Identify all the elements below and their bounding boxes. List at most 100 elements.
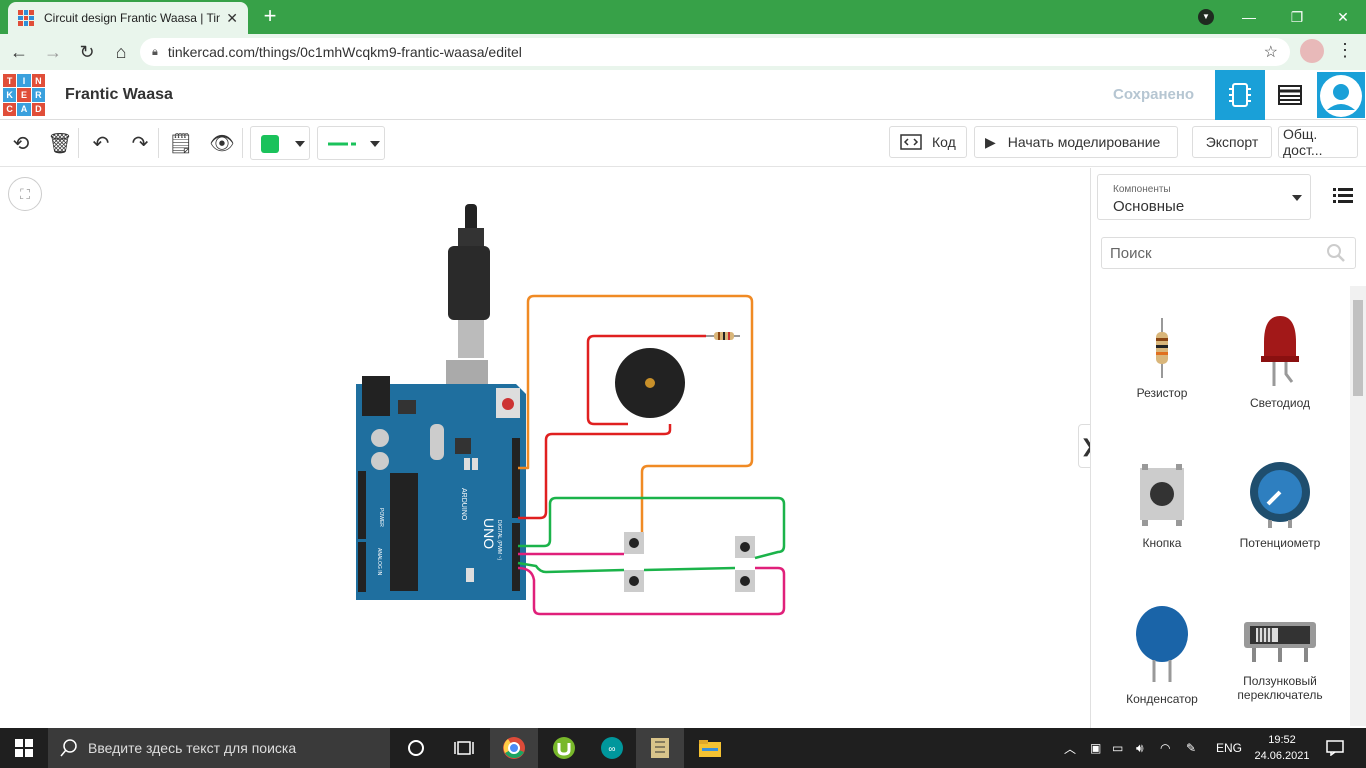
taskbar-search-input[interactable]: Введите здесь текст для поиска (48, 728, 390, 768)
export-button[interactable]: Экспорт (1192, 126, 1272, 158)
notes-icon[interactable]: 🗒︎ (168, 130, 194, 156)
tab-search-icon[interactable]: ▼ (1198, 9, 1214, 25)
component-pushbutton[interactable]: Кнопка (1103, 464, 1221, 550)
volume-icon[interactable]: 🔊︎ (1136, 728, 1144, 768)
minimize-icon[interactable]: — (1226, 0, 1272, 34)
divider (242, 128, 243, 158)
chevron-down-icon (370, 141, 380, 147)
fritzing-icon[interactable] (636, 728, 684, 768)
browser-tab[interactable]: Circuit design Frantic Waasa | Tin ✕ (8, 2, 248, 34)
component-slide-switch[interactable]: Ползунковый переключатель (1221, 620, 1339, 702)
network-icon[interactable]: ◠ (1160, 728, 1170, 768)
board-name: UNO (481, 518, 497, 549)
code-label: Код (932, 134, 956, 150)
address-bar[interactable]: 🔒︎ tinkercad.com/things/0c1mhWcqkm9-fran… (140, 38, 1290, 66)
usb-cable (446, 204, 490, 415)
component-resistor[interactable]: Резистор (1103, 318, 1221, 400)
browser-menu-icon[interactable]: ⋮ (1336, 40, 1354, 61)
resistor-icon (1156, 318, 1168, 378)
board-brand: ARDUINO (460, 488, 467, 521)
search-icon (1327, 244, 1345, 262)
system-clock[interactable]: 19:52 24.06.2021 (1254, 732, 1310, 764)
code-button[interactable]: Код (889, 126, 967, 158)
capacitor-icon (1136, 606, 1188, 682)
component-label: Резистор (1136, 386, 1188, 400)
reload-icon[interactable]: ↻ (72, 37, 102, 67)
bookmark-star-icon[interactable]: ☆ (1264, 42, 1278, 62)
back-arrow-icon[interactable]: ← (4, 37, 34, 67)
editor-toolbar: ⟲ 🗑︎ ↶ ↷ 🗒︎ 👁︎ Код ▶ Начать моделировани… (0, 120, 1366, 167)
browser-tabstrip: Circuit design Frantic Waasa | Tin ✕ + ▼… (0, 0, 1366, 34)
component-label: Потенциометр (1239, 536, 1321, 550)
component-label: Конденсатор (1126, 692, 1198, 706)
close-tab-icon[interactable]: ✕ (226, 10, 238, 27)
components-dropdown-value: Основные (1113, 198, 1185, 215)
pen-icon[interactable]: ✎ (1186, 728, 1196, 768)
start-simulation-button[interactable]: ▶ Начать моделирование (974, 126, 1178, 158)
pushbutton-icon (1140, 464, 1184, 526)
component-capacitor[interactable]: Конденсатор (1103, 604, 1221, 706)
components-panel: Компоненты Основные Поиск Резистор Свето… (1090, 168, 1366, 728)
chrome-icon[interactable] (490, 728, 538, 768)
file-explorer-icon[interactable] (686, 728, 734, 768)
notifications-icon[interactable] (1326, 728, 1344, 768)
show-hidden-icons[interactable]: ︿ (1064, 728, 1076, 768)
arduino-uno-board: UNO ARDUINO DIGITAL (PWM ~) ANALOG IN PO… (356, 376, 526, 600)
digital-label: DIGITAL (PWM ~) (496, 520, 502, 560)
new-tab-icon[interactable]: + (258, 5, 282, 29)
cortana-icon[interactable] (392, 728, 440, 768)
share-button[interactable]: Общ. дост... (1278, 126, 1358, 158)
project-title[interactable]: Frantic Waasa (65, 86, 173, 104)
divider (158, 128, 159, 158)
battery-icon[interactable]: ▭ (1112, 728, 1123, 768)
export-label: Экспорт (1205, 134, 1259, 150)
extension-icon[interactable] (1300, 39, 1324, 63)
color-swatch (261, 135, 279, 153)
rotate-icon[interactable]: ⟲ (8, 130, 34, 156)
component-label: Светодиод (1249, 396, 1311, 410)
redo-icon[interactable]: ↷ (127, 130, 153, 156)
delete-icon[interactable]: 🗑︎ (47, 130, 73, 156)
wire-style-icon (328, 142, 356, 146)
component-label: Кнопка (1142, 536, 1182, 550)
component-search-input[interactable]: Поиск (1101, 237, 1356, 269)
arduino-ide-icon[interactable]: ∞ (588, 728, 636, 768)
pushbuttons (624, 532, 755, 592)
circuit-canvas[interactable]: ⛶ UNO ARDUINO DIGITAL (PWM ~) ANALOG IN … (0, 168, 1090, 728)
circuit-view-button[interactable] (1215, 70, 1265, 120)
list-view-icon[interactable] (1331, 184, 1355, 208)
circuit-drawing[interactable]: UNO ARDUINO DIGITAL (PWM ~) ANALOG IN PO… (0, 168, 1090, 728)
scrollbar-thumb[interactable] (1353, 300, 1363, 396)
user-avatar[interactable] (1317, 72, 1365, 118)
language-indicator[interactable]: ENG (1216, 728, 1242, 768)
led-icon (1261, 316, 1299, 386)
slide-switch-icon (1244, 622, 1316, 662)
tray-meet-icon[interactable]: ▣ (1090, 728, 1101, 768)
svg-text:∞: ∞ (608, 744, 615, 755)
potentiometer-icon (1250, 462, 1310, 528)
close-window-icon[interactable]: ✕ (1320, 0, 1366, 34)
schematic-view-button[interactable] (1265, 70, 1315, 120)
forward-arrow-icon[interactable]: → (38, 37, 68, 67)
component-label: Ползунковый переключатель (1237, 674, 1323, 702)
chevron-down-icon (1292, 195, 1302, 201)
tinkercad-logo[interactable]: TIN KER CAD (3, 74, 45, 116)
undo-icon[interactable]: ↶ (88, 130, 114, 156)
windows-start-icon[interactable] (0, 728, 48, 768)
home-icon[interactable]: ⌂ (106, 37, 136, 67)
component-potentiometer[interactable]: Потенциометр (1221, 460, 1339, 550)
tab-title: Circuit design Frantic Waasa | Tin (44, 11, 221, 25)
component-led[interactable]: Светодиод (1221, 314, 1339, 410)
restore-icon[interactable]: ❐ (1274, 0, 1320, 34)
wire-color-picker[interactable] (250, 126, 310, 160)
visibility-icon[interactable]: 👁︎ (209, 130, 235, 156)
app-header: TIN KER CAD Frantic Waasa Сохранено (0, 70, 1366, 120)
wire-type-picker[interactable] (317, 126, 385, 160)
lock-icon[interactable]: 🔒︎ (152, 46, 158, 59)
components-dropdown[interactable]: Компоненты Основные (1097, 174, 1311, 220)
utorrent-icon[interactable] (540, 728, 588, 768)
task-view-icon[interactable] (440, 728, 488, 768)
panel-scrollbar[interactable] (1350, 286, 1366, 726)
clock-date: 24.06.2021 (1254, 750, 1310, 762)
power-label: POWER (378, 508, 384, 527)
